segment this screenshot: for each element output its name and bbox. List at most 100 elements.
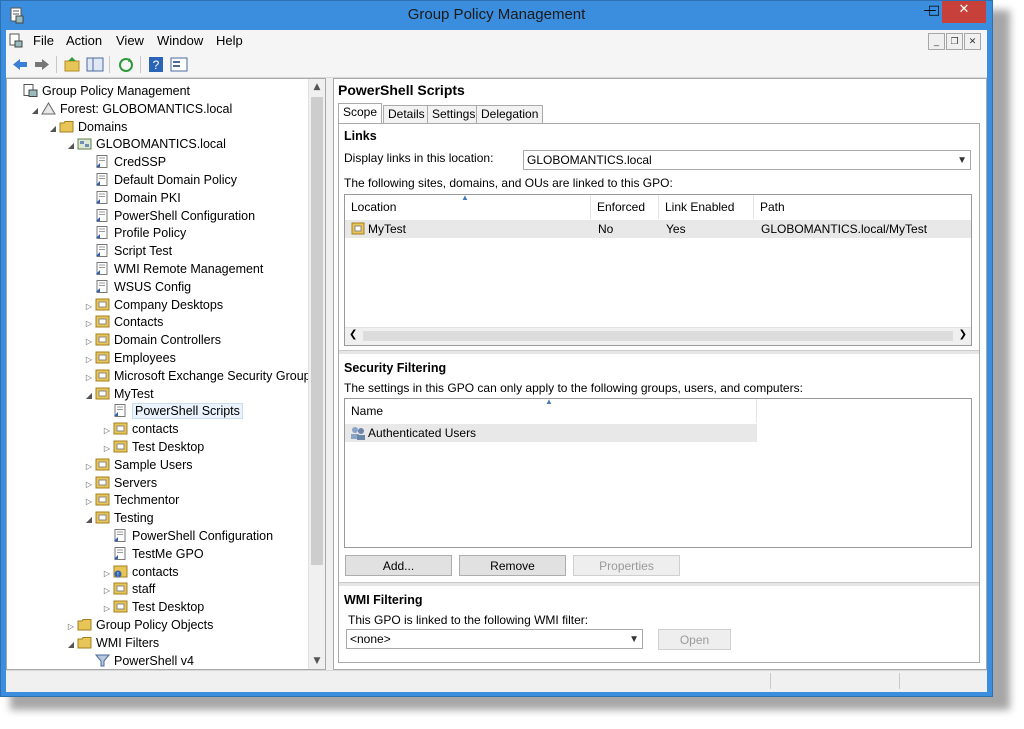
- section-divider[interactable]: [339, 350, 979, 355]
- tree-node-label: Default Domain Policy: [114, 173, 237, 187]
- tree-node[interactable]: Default Domain Policy: [83, 171, 237, 189]
- collapse-arrow-icon[interactable]: ◢: [65, 636, 77, 654]
- menu-view[interactable]: View: [116, 33, 144, 48]
- ou-icon: [113, 600, 128, 613]
- tree-node[interactable]: ▷ Domain Controllers: [83, 331, 221, 349]
- tree-node[interactable]: WSUS Config: [83, 278, 191, 296]
- forward-arrow-icon[interactable]: [33, 56, 51, 73]
- collapse-arrow-icon[interactable]: ◢: [47, 120, 59, 138]
- tree-node[interactable]: ▷! contacts: [101, 563, 179, 581]
- back-arrow-icon[interactable]: [11, 56, 29, 73]
- help-icon[interactable]: ?: [147, 56, 165, 73]
- gpo-link-icon: [96, 262, 108, 275]
- collapse-arrow-icon[interactable]: ◢: [65, 137, 77, 155]
- title-bar[interactable]: Group Policy Management — □ ✕: [1, 1, 992, 30]
- section-divider[interactable]: [339, 582, 979, 587]
- mdi-minimize-button[interactable]: _: [928, 33, 945, 50]
- tree-node[interactable]: PowerShell Configuration: [101, 527, 273, 545]
- column-header-location[interactable]: Location ▲: [345, 195, 591, 219]
- tree-node[interactable]: WMI Remote Management: [83, 260, 263, 278]
- column-header-path[interactable]: Path: [754, 195, 971, 219]
- ou-icon: [95, 458, 110, 471]
- collapse-arrow-icon[interactable]: ◢: [83, 387, 95, 405]
- tree-node[interactable]: PowerShell Configuration: [83, 207, 255, 225]
- tree-node[interactable]: ◢ Forest: GLOBOMANTICS.local: [29, 100, 232, 118]
- wmi-filter-dropdown[interactable]: <none> ▼: [346, 629, 643, 649]
- wmi-filter-value: <none>: [350, 632, 391, 646]
- tree-node[interactable]: ▷ Group Policy Objects: [65, 616, 214, 634]
- tab-details[interactable]: Details: [383, 105, 430, 124]
- menu-action[interactable]: Action: [66, 33, 102, 48]
- scroll-down-icon[interactable]: ▼: [309, 653, 325, 669]
- status-segment: [770, 673, 771, 689]
- tree-node[interactable]: ▷ Servers: [83, 474, 157, 492]
- tree-node[interactable]: ▷ Techmentor: [83, 491, 179, 509]
- tab-scope[interactable]: Scope: [338, 103, 383, 125]
- action-pane-icon[interactable]: [170, 56, 188, 73]
- tree-node[interactable]: ◢ Domains: [47, 118, 127, 136]
- column-header-enforced[interactable]: Enforced: [591, 195, 659, 219]
- tree-node[interactable]: ◢ GLOBOMANTICS.local: [65, 135, 226, 153]
- links-location-dropdown[interactable]: GLOBOMANTICS.local ▼: [523, 150, 971, 170]
- tree-node[interactable]: Group Policy Management: [11, 82, 190, 100]
- column-header-name[interactable]: Name ▲: [345, 399, 757, 423]
- remove-button[interactable]: Remove: [459, 555, 566, 576]
- tree-node[interactable]: ▷ Sample Users: [83, 456, 193, 474]
- up-folder-icon[interactable]: [63, 56, 81, 73]
- tree-node[interactable]: ▷ Microsoft Exchange Security Groups: [83, 367, 317, 385]
- detail-pane: PowerShell Scripts Scope Details Setting…: [333, 78, 987, 670]
- tree-node[interactable]: Profile Policy: [83, 224, 186, 242]
- open-button[interactable]: Open: [658, 629, 731, 650]
- scroll-thumb[interactable]: [311, 97, 323, 565]
- scroll-up-icon[interactable]: ▲: [309, 79, 325, 95]
- links-heading: Links: [344, 129, 377, 143]
- collapse-arrow-icon[interactable]: ◢: [29, 102, 41, 120]
- mdi-close-button[interactable]: ✕: [964, 33, 981, 50]
- column-header-link-enabled[interactable]: Link Enabled: [659, 195, 754, 219]
- ou-icon: [113, 582, 128, 595]
- scroll-left-icon[interactable]: ❮: [349, 329, 357, 340]
- tree-node-label: Servers: [114, 475, 158, 490]
- refresh-icon[interactable]: [117, 56, 135, 73]
- tab-delegation[interactable]: Delegation: [476, 105, 544, 124]
- tree-node[interactable]: ▷ Contacts: [83, 313, 163, 331]
- tree-node[interactable]: ◢ MyTest: [83, 385, 154, 403]
- menu-help[interactable]: Help: [216, 33, 243, 48]
- scroll-right-icon[interactable]: ❯: [959, 329, 967, 340]
- tree-node[interactable]: ▷ contacts: [101, 420, 179, 438]
- tree-node-label: Sample Users: [114, 457, 193, 472]
- tree-node-label: MyTest: [114, 386, 154, 401]
- tree-node-label: Employees: [114, 351, 176, 365]
- properties-button[interactable]: Properties: [573, 555, 680, 576]
- tree-node[interactable]: PowerShell v4: [83, 652, 194, 669]
- folder-icon: [59, 120, 74, 133]
- scroll-thumb[interactable]: [363, 331, 953, 341]
- tree-node-label: Test Desktop: [132, 600, 205, 615]
- add-button[interactable]: Add...: [345, 555, 452, 576]
- tree-node[interactable]: ▷ Test Desktop: [101, 598, 204, 616]
- tree-node[interactable]: CredSSP: [83, 153, 166, 171]
- tree-vertical-scrollbar[interactable]: ▲ ▼: [308, 79, 325, 669]
- show-hide-tree-icon[interactable]: [86, 56, 104, 73]
- tree-node[interactable]: ◢ Testing: [83, 509, 154, 527]
- console-system-icon[interactable]: [9, 33, 23, 48]
- tab-settings[interactable]: Settings: [427, 105, 481, 124]
- close-button[interactable]: ✕: [942, 1, 986, 23]
- tree-node[interactable]: ▷ Employees: [83, 349, 176, 367]
- menu-file[interactable]: File: [33, 33, 54, 48]
- gpo-title: PowerShell Scripts: [338, 82, 465, 98]
- tree-node[interactable]: Script Test: [83, 242, 172, 260]
- tree-node[interactable]: PowerShell Scripts: [101, 402, 243, 420]
- mdi-restore-button[interactable]: ❐: [946, 33, 963, 50]
- horizontal-scrollbar[interactable]: ❮ ❯: [345, 327, 971, 345]
- menu-window[interactable]: Window: [157, 33, 203, 48]
- tree-node[interactable]: ▷ staff: [101, 580, 155, 598]
- tree-node[interactable]: Domain PKI: [83, 189, 181, 207]
- collapse-arrow-icon[interactable]: ◢: [83, 511, 95, 529]
- tree-node[interactable]: TestMe GPO: [101, 545, 204, 563]
- tree-node[interactable]: ▷ Test Desktop: [101, 438, 204, 456]
- security-filtering-list: Name ▲ Authenticated Users: [344, 398, 972, 548]
- ou-icon: [95, 476, 110, 489]
- tree-node[interactable]: ▷ Company Desktops: [83, 296, 223, 314]
- tree-node[interactable]: ◢ WMI Filters: [65, 634, 159, 652]
